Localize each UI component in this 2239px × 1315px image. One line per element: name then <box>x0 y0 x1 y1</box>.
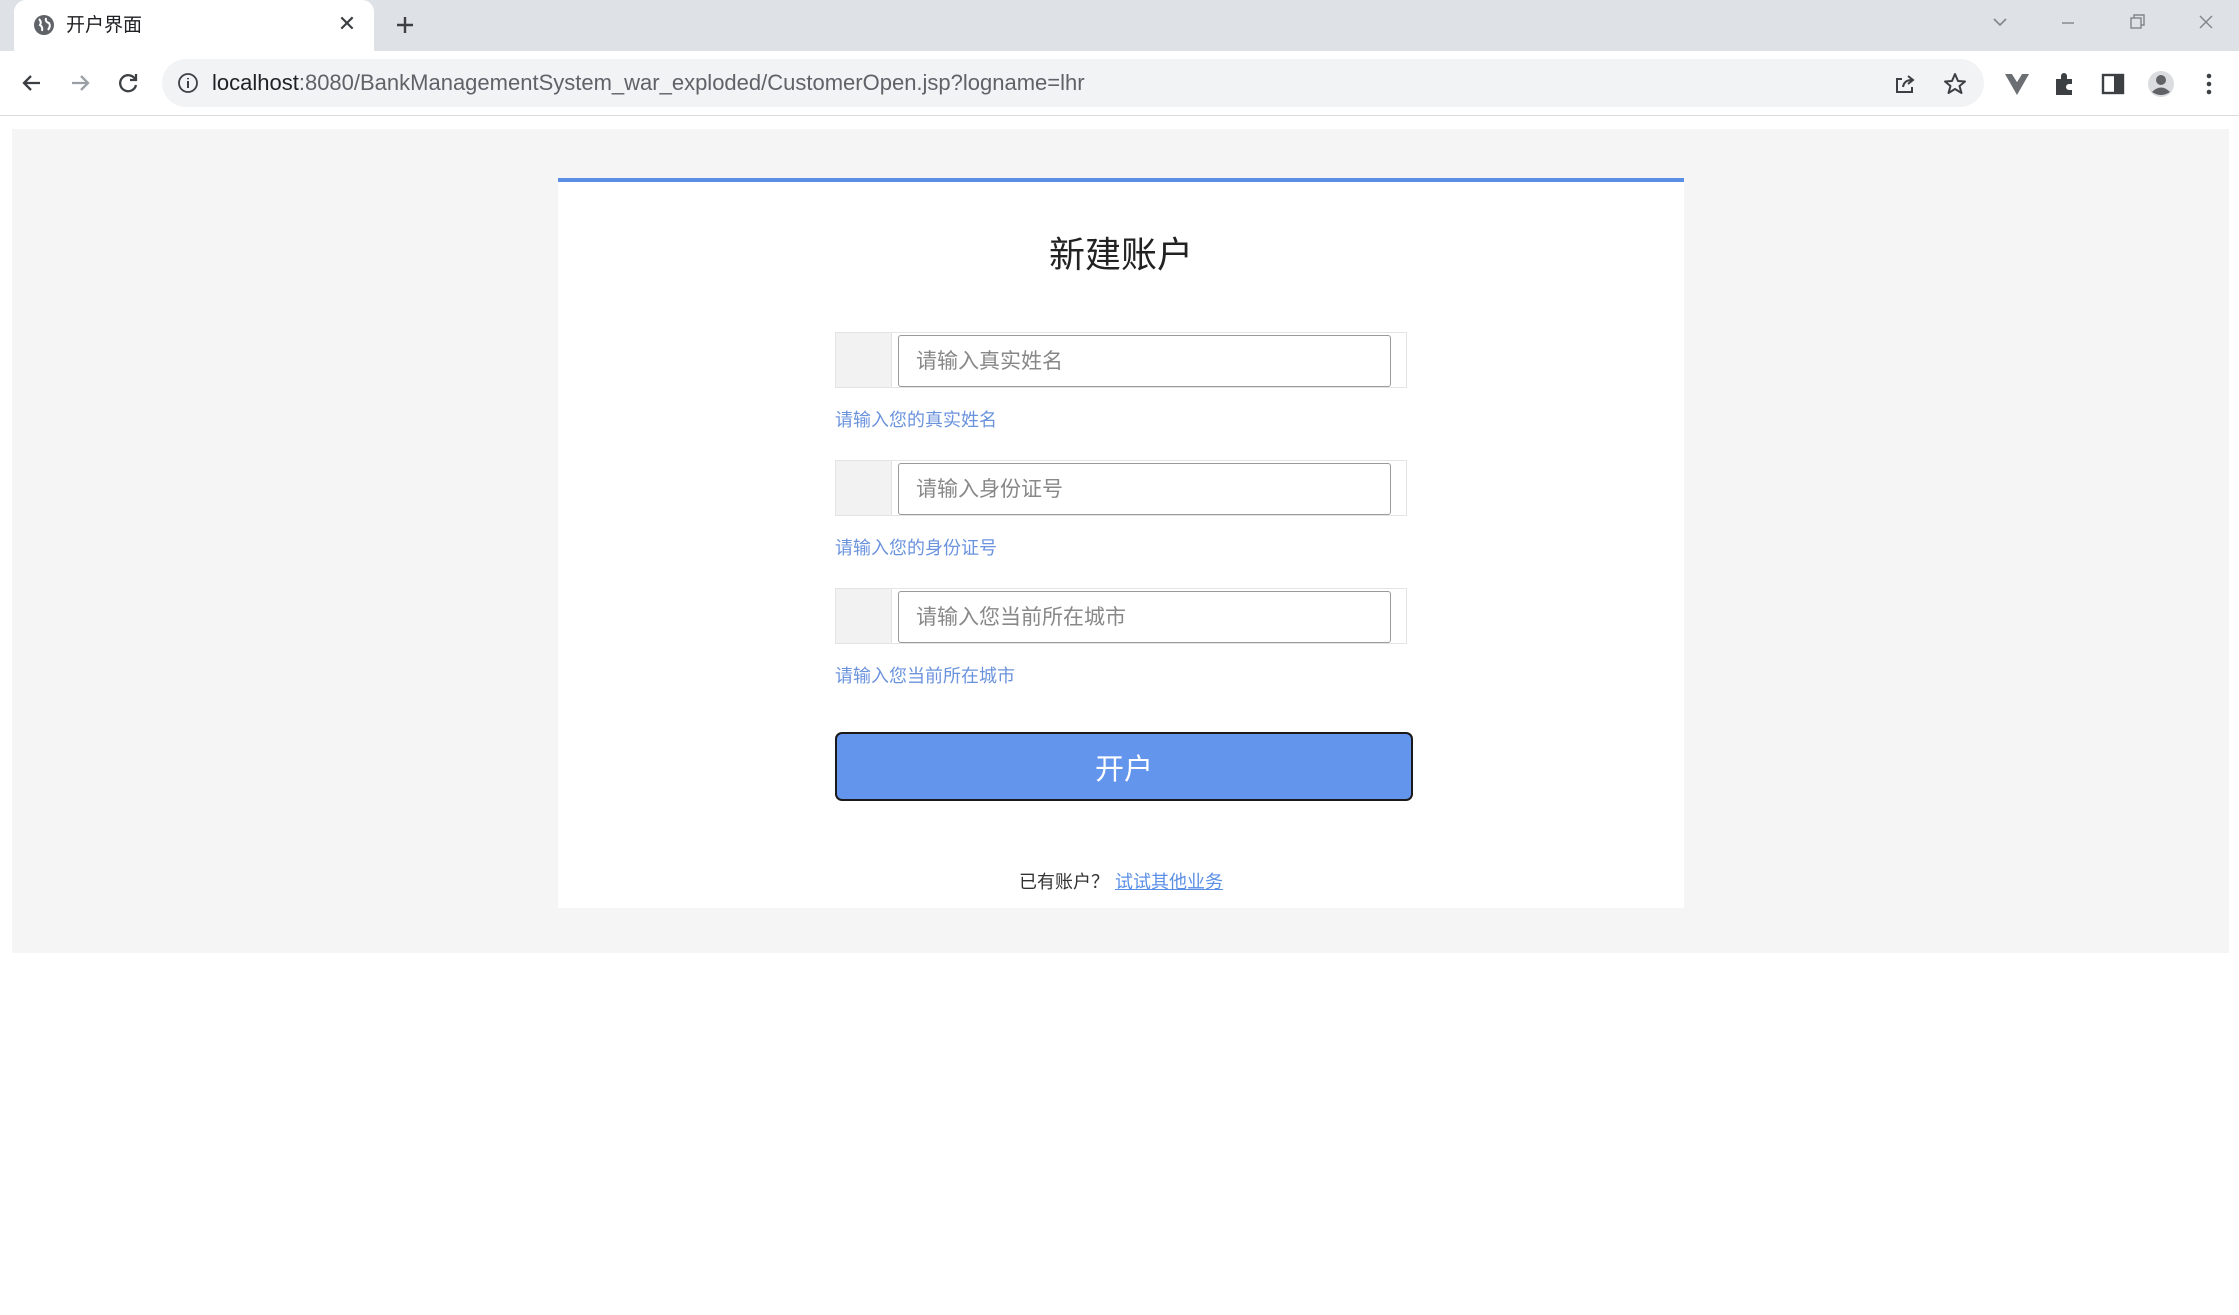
new-tab-icon[interactable] <box>390 10 420 40</box>
name-field-addon <box>836 333 892 387</box>
city-hint: 请输入您当前所在城市 <box>835 666 1015 687</box>
footer-line: 已有账户？ 试试其他业务 <box>558 868 1684 894</box>
url-path: :8080/BankManagementSystem_war_exploded/… <box>298 70 1085 95</box>
forward-icon[interactable] <box>62 65 98 101</box>
name-field-row <box>835 332 1407 388</box>
address-bar[interactable]: localhost:8080/BankManagementSystem_war_… <box>162 59 1984 107</box>
more-menu-icon[interactable] <box>2194 69 2224 99</box>
profile-avatar-icon[interactable] <box>2146 69 2176 99</box>
close-window-icon[interactable] <box>2186 6 2226 36</box>
city-input[interactable] <box>898 591 1391 643</box>
side-panel-icon[interactable] <box>2098 69 2128 99</box>
minimize-icon[interactable] <box>2048 6 2088 36</box>
page-title: 新建账户 <box>1048 235 1193 276</box>
browser-tab[interactable]: 开户界面 ✕ <box>14 0 374 51</box>
id-field-row <box>835 460 1407 516</box>
reload-icon[interactable] <box>110 65 146 101</box>
url-text[interactable]: localhost:8080/BankManagementSystem_war_… <box>212 70 1085 96</box>
share-icon[interactable] <box>1892 71 1918 97</box>
tab-title: 开户界面 <box>66 14 143 36</box>
id-number-input[interactable] <box>898 463 1391 515</box>
tab-search-icon[interactable] <box>1980 6 2020 36</box>
bookmark-star-icon[interactable] <box>1942 71 1968 97</box>
vue-devtools-icon[interactable] <box>2002 69 2032 99</box>
info-icon[interactable] <box>176 71 200 95</box>
open-account-card: 新建账户 请输入您的真实姓名 请输入您的身份证号 请输入您当前所在城市 开户 已… <box>558 178 1684 908</box>
extensions-puzzle-icon[interactable] <box>2050 69 2080 99</box>
real-name-input[interactable] <box>898 335 1391 387</box>
other-services-link[interactable]: 试试其他业务 <box>1115 872 1223 893</box>
back-icon[interactable] <box>14 65 50 101</box>
id-field-addon <box>836 461 892 515</box>
id-number-hint: 请输入您的身份证号 <box>835 538 997 559</box>
city-field-addon <box>836 589 892 643</box>
globe-icon <box>34 15 54 35</box>
footer-text: 已有账户？ <box>1019 872 1109 893</box>
city-field-row <box>835 588 1407 644</box>
url-host: localhost <box>212 70 299 95</box>
close-tab-icon[interactable]: ✕ <box>334 12 360 38</box>
browser-toolbar: localhost:8080/BankManagementSystem_war_… <box>0 51 2239 116</box>
real-name-hint: 请输入您的真实姓名 <box>835 410 997 431</box>
open-account-button[interactable]: 开户 <box>835 732 1413 801</box>
restore-icon[interactable] <box>2117 6 2157 36</box>
browser-tab-bar: 开户界面 ✕ <box>0 0 2239 51</box>
